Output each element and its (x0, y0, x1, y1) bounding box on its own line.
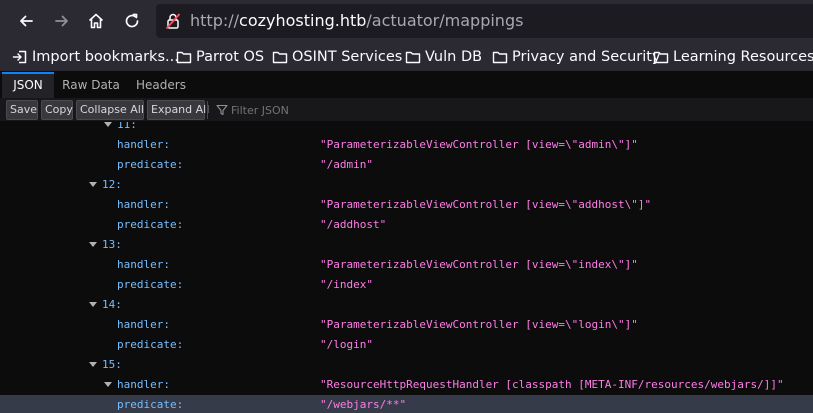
bookmark-label: Privacy and Security (512, 49, 661, 65)
row-value: "/admin" (320, 158, 373, 171)
url-host: cozyhosting.htb (239, 11, 367, 30)
row-key: handler: (117, 378, 170, 391)
row-key: predicate: (117, 398, 184, 411)
row-key: 11: (117, 122, 137, 131)
bookmarks-toolbar: Import bookmarks... Parrot OS OSINT Serv… (0, 42, 813, 72)
filter-json-input[interactable] (231, 101, 531, 119)
tree-row-index-14[interactable]: 14: (0, 295, 813, 315)
tree-row-index-15[interactable]: 15: (0, 355, 813, 375)
bookmark-folder-osint-services[interactable]: OSINT Services (272, 47, 402, 67)
insecure-lock-icon (165, 13, 181, 30)
row-value: "ParameterizableViewController [view=\"i… (320, 258, 638, 271)
row-key: predicate: (117, 218, 184, 231)
row-value: "ResourceHttpRequestHandler [classpath [… (320, 378, 784, 391)
home-icon (88, 13, 104, 29)
expanded-twisty-icon[interactable] (89, 182, 97, 187)
row-key: predicate: (117, 278, 184, 291)
bookmark-label: Parrot OS (196, 49, 265, 65)
folder-icon (405, 51, 421, 64)
json-viewer-tabs: JSON Raw Data Headers (0, 72, 813, 98)
json-tree: 11: handler: "ParameterizableViewControl… (0, 122, 813, 413)
tab-headers[interactable]: Headers (130, 72, 192, 98)
row-key: handler: (117, 198, 170, 211)
collapse-all-button[interactable]: Collapse All (76, 100, 144, 120)
home-button[interactable] (82, 7, 110, 35)
toolbar-divider (207, 101, 208, 119)
expanded-twisty-icon[interactable] (89, 242, 97, 247)
tree-row-handler[interactable]: handler: "ParameterizableViewController … (0, 315, 813, 335)
import-icon (12, 50, 27, 64)
url-path: /actuator/mappings (366, 11, 524, 30)
folder-icon (176, 51, 192, 64)
row-key: predicate: (117, 338, 184, 351)
back-button[interactable] (12, 7, 40, 35)
address-bar[interactable]: http://cozyhosting.htb/actuator/mappings (156, 4, 813, 38)
expanded-twisty-icon[interactable] (104, 122, 112, 127)
row-key: handler: (117, 258, 170, 271)
forward-button[interactable] (48, 7, 76, 35)
bookmark-folder-privacy-and-security[interactable]: Privacy and Security (492, 47, 661, 67)
reload-icon (125, 13, 139, 28)
row-key: 15: (102, 358, 122, 371)
folder-icon (272, 51, 288, 64)
tree-row-predicate[interactable]: predicate: "/addhost" (0, 215, 813, 235)
filter-icon (216, 104, 228, 116)
bookmark-label: Learning Resources (673, 49, 813, 65)
row-key: predicate: (117, 158, 184, 171)
row-value: "ParameterizableViewController [view=\"l… (320, 318, 638, 331)
tree-row-predicate[interactable]: predicate: "/login" (0, 335, 813, 355)
json-toolbar: Save Copy Collapse All Expand All (0, 98, 813, 122)
url-text[interactable]: http://cozyhosting.htb/actuator/mappings (190, 11, 523, 31)
forward-arrow-icon (55, 15, 68, 27)
tab-json[interactable]: JSON (2, 72, 54, 98)
tree-row-predicate[interactable]: predicate: "/index" (0, 275, 813, 295)
tree-row-handler[interactable]: handler: "ParameterizableViewController … (0, 255, 813, 275)
bookmark-folder-vuln-db[interactable]: Vuln DB (405, 47, 482, 67)
row-value: "/addhost" (320, 218, 387, 231)
tree-row-handler[interactable]: handler: "ParameterizableViewController … (0, 135, 813, 155)
bookmark-folder-learning-resources[interactable]: Learning Resources (653, 47, 813, 67)
row-key: 12: (102, 178, 122, 191)
bookmark-label: Import bookmarks... (32, 49, 179, 65)
row-key: 14: (102, 298, 122, 311)
expand-all-button[interactable]: Expand All (147, 100, 209, 120)
navigation-toolbar: http://cozyhosting.htb/actuator/mappings (0, 0, 813, 42)
reload-button[interactable] (118, 7, 146, 35)
copy-button[interactable]: Copy (41, 100, 73, 120)
tree-row-index-13[interactable]: 13: (0, 235, 813, 255)
tree-row-predicate[interactable]: predicate: "/admin" (0, 155, 813, 175)
back-arrow-icon (20, 15, 33, 27)
save-button[interactable]: Save (6, 100, 38, 120)
bookmark-import[interactable]: Import bookmarks... (12, 47, 179, 67)
expanded-twisty-icon[interactable] (89, 362, 97, 367)
expanded-twisty-icon[interactable] (89, 302, 97, 307)
bookmark-label: Vuln DB (425, 49, 483, 65)
row-value: "/index" (320, 278, 373, 291)
folder-icon (653, 51, 669, 64)
expanded-twisty-icon[interactable] (104, 382, 112, 387)
tree-row-handler[interactable]: handler: "ParameterizableViewController … (0, 195, 813, 215)
url-scheme: http:// (190, 11, 240, 30)
tab-raw-data[interactable]: Raw Data (58, 72, 124, 98)
row-key: handler: (117, 138, 170, 151)
row-value: "ParameterizableViewController [view=\"a… (320, 198, 652, 211)
bookmark-folder-parrot-os[interactable]: Parrot OS (176, 47, 264, 67)
row-value: "/login" (320, 338, 373, 351)
tree-row-index-12[interactable]: 12: (0, 175, 813, 195)
tree-row-index-11[interactable]: 11: (0, 122, 813, 135)
tree-row-predicate-selected[interactable]: predicate: "/webjars/**" (0, 395, 813, 413)
row-value: "/webjars/**" (320, 398, 407, 411)
folder-icon (492, 51, 508, 64)
row-key: handler: (117, 318, 170, 331)
row-value: "ParameterizableViewController [view=\"a… (320, 138, 638, 151)
tree-row-handler[interactable]: handler: "ResourceHttpRequestHandler [cl… (0, 375, 813, 395)
bookmark-label: OSINT Services (292, 49, 403, 65)
row-key: 13: (102, 238, 122, 251)
